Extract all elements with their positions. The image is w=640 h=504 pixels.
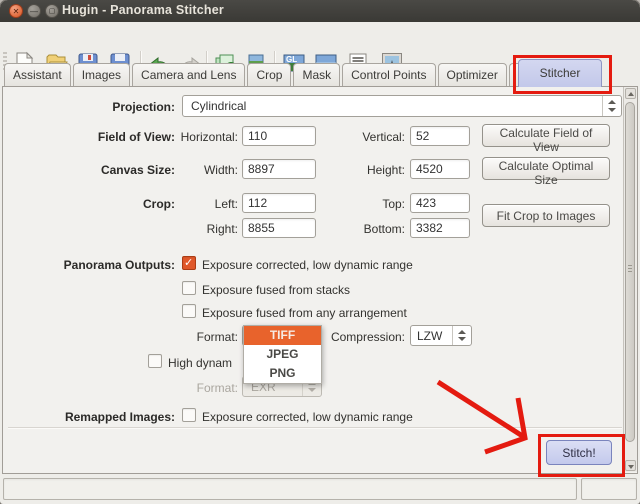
maximize-icon[interactable]: ▢ bbox=[45, 4, 59, 18]
remapped-images-label: Remapped Images: bbox=[0, 410, 175, 424]
crop-left-label: Left: bbox=[150, 197, 238, 211]
crop-top-label: Top: bbox=[317, 197, 405, 211]
crop-right-label: Right: bbox=[150, 222, 238, 236]
exposure-fused-any-checkbox[interactable] bbox=[182, 304, 196, 318]
minimize-icon[interactable]: — bbox=[27, 4, 41, 18]
field-of-view-label: Field of View: bbox=[0, 130, 175, 144]
horizontal-label: Horizontal: bbox=[150, 130, 238, 144]
format-dropdown-option[interactable]: TIFF bbox=[244, 326, 321, 345]
tab-mask[interactable]: Mask bbox=[293, 63, 340, 86]
status-bar-left bbox=[3, 478, 577, 500]
crop-right-field[interactable] bbox=[242, 218, 316, 238]
scroll-up-icon[interactable] bbox=[625, 88, 636, 99]
canvas-size-label: Canvas Size: bbox=[0, 163, 175, 177]
remapped-exposure-corrected-label: Exposure corrected, low dynamic range bbox=[202, 410, 413, 424]
spinner-icon[interactable] bbox=[602, 96, 621, 116]
format-dropdown-option[interactable]: JPEG bbox=[244, 345, 321, 364]
calculate-field-of-view-button[interactable]: Calculate Field of View bbox=[482, 124, 610, 147]
canvas-height-field[interactable] bbox=[410, 159, 470, 179]
hugin-window: ✕ — ▢ Hugin - Panorama Stitcher bbox=[0, 0, 640, 504]
crop-left-field[interactable] bbox=[242, 193, 316, 213]
exposure-fused-any-label: Exposure fused from any arrangement bbox=[202, 306, 407, 320]
tab-optimizer[interactable]: Optimizer bbox=[438, 63, 507, 86]
toolbar: GL bbox=[0, 22, 640, 58]
crop-bottom-field[interactable] bbox=[410, 218, 470, 238]
vertical-label: Vertical: bbox=[317, 130, 405, 144]
compression-value: LZW bbox=[417, 329, 442, 343]
high-dynamic-range-checkbox[interactable] bbox=[148, 354, 162, 368]
height-label: Height: bbox=[317, 163, 405, 177]
exposure-corrected-checkbox[interactable] bbox=[182, 256, 196, 270]
vertical-fov-field[interactable] bbox=[410, 126, 470, 146]
exposure-fused-stacks-checkbox[interactable] bbox=[182, 281, 196, 295]
tab-bar: Assistant Images Camera and Lens Crop Ma… bbox=[4, 63, 578, 86]
exposure-corrected-label: Exposure corrected, low dynamic range bbox=[202, 258, 413, 272]
canvas-width-field[interactable] bbox=[242, 159, 316, 179]
stitch-button[interactable]: Stitch! bbox=[546, 440, 612, 465]
crop-bottom-label: Bottom: bbox=[317, 222, 405, 236]
tab-camera-and-lens[interactable]: Camera and Lens bbox=[132, 63, 245, 86]
remapped-exposure-corrected-checkbox[interactable] bbox=[182, 408, 196, 422]
exposure-fused-stacks-label: Exposure fused from stacks bbox=[202, 283, 350, 297]
format-dropdown-option[interactable]: PNG bbox=[244, 364, 321, 383]
spinner-icon[interactable] bbox=[452, 326, 471, 345]
scrollbar-thumb[interactable] bbox=[625, 102, 635, 442]
crop-top-field[interactable] bbox=[410, 193, 470, 213]
tab-crop[interactable]: Crop bbox=[247, 63, 291, 86]
projection-value: Cylindrical bbox=[191, 99, 246, 113]
fit-crop-to-images-button[interactable]: Fit Crop to Images bbox=[482, 204, 610, 227]
tab-images[interactable]: Images bbox=[73, 63, 130, 86]
format-dropdown-popup: TIFF JPEG PNG bbox=[243, 325, 322, 384]
projection-select[interactable]: Cylindrical bbox=[182, 95, 622, 117]
tab-stitcher[interactable]: Stitcher bbox=[518, 59, 602, 87]
scroll-down-icon[interactable] bbox=[625, 460, 636, 471]
vertical-scrollbar[interactable] bbox=[623, 87, 637, 472]
compression-label: Compression: bbox=[317, 330, 405, 344]
projection-label: Projection: bbox=[0, 100, 175, 114]
calculate-optimal-size-button[interactable]: Calculate Optimal Size bbox=[482, 157, 610, 180]
hdr-format-label: Format: bbox=[150, 381, 238, 395]
horizontal-fov-field[interactable] bbox=[242, 126, 316, 146]
tab-assistant[interactable]: Assistant bbox=[4, 63, 71, 86]
separator bbox=[8, 427, 622, 428]
crop-label: Crop: bbox=[0, 197, 175, 211]
title-bar[interactable]: ✕ — ▢ Hugin - Panorama Stitcher bbox=[0, 0, 640, 22]
compression-select[interactable]: LZW bbox=[410, 325, 472, 346]
status-bar-right bbox=[581, 478, 637, 500]
high-dynamic-range-label: High dynam bbox=[168, 356, 232, 370]
format-label: Format: bbox=[150, 330, 238, 344]
panorama-outputs-label: Panorama Outputs: bbox=[0, 258, 175, 272]
width-label: Width: bbox=[150, 163, 238, 177]
close-icon[interactable]: ✕ bbox=[9, 4, 23, 18]
tab-control-points[interactable]: Control Points bbox=[342, 63, 435, 86]
window-title: Hugin - Panorama Stitcher bbox=[62, 3, 224, 17]
